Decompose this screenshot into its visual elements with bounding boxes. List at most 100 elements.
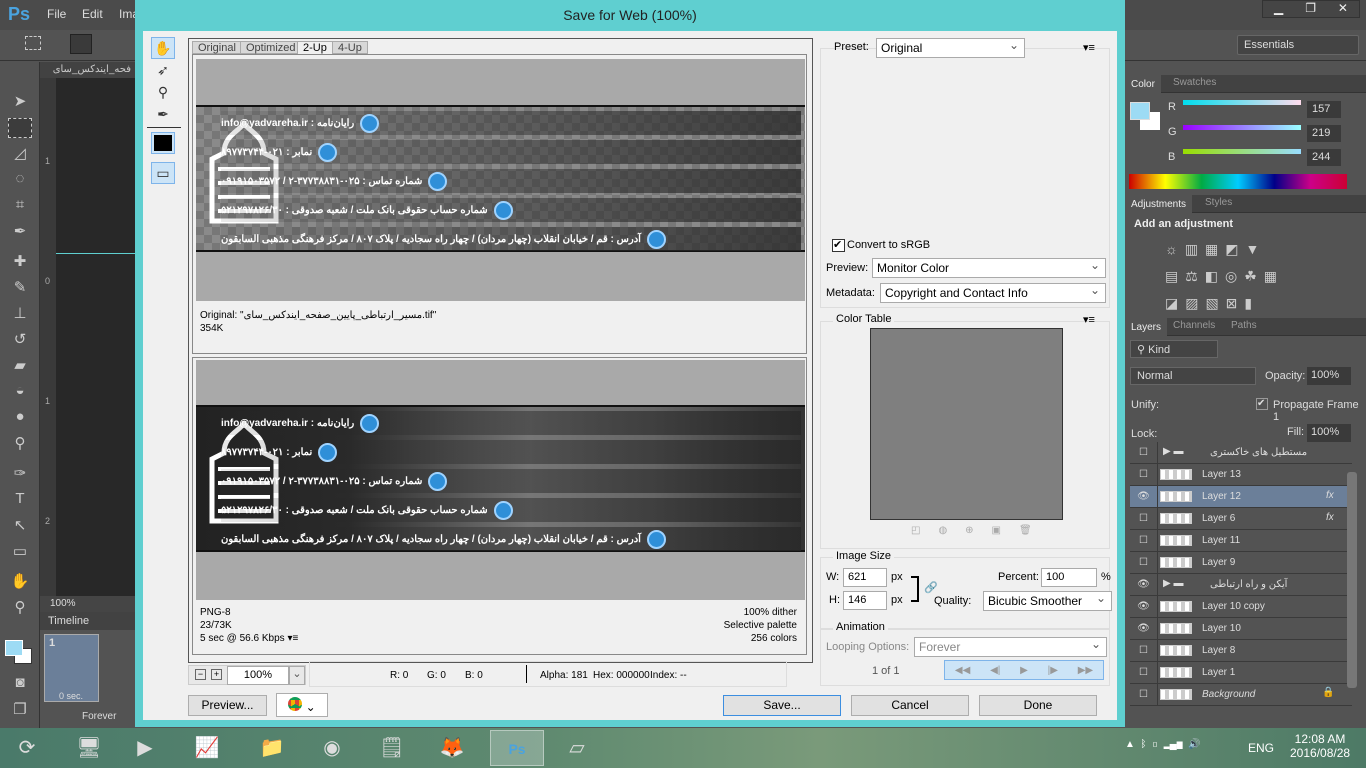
marquee-tool-icon[interactable] — [8, 118, 32, 138]
close-button[interactable]: ✕ — [1338, 1, 1348, 17]
frame-delay[interactable]: 0 sec. — [59, 691, 83, 701]
tab-2up[interactable]: 2-Up — [297, 41, 333, 54]
monitor-icon[interactable]: 📈 — [180, 730, 234, 766]
eyedropper-color-swatch[interactable] — [151, 132, 175, 154]
tab-styles[interactable]: Styles — [1199, 197, 1238, 208]
tab-original[interactable]: Original — [192, 41, 242, 54]
minimize-button[interactable]: ▁ — [1274, 1, 1283, 17]
opacity-input[interactable]: 100% — [1307, 367, 1351, 385]
tab-adjustments[interactable]: Adjustments — [1125, 195, 1193, 214]
file-explorer-icon[interactable]: 📁 — [245, 730, 299, 766]
tab-optimized[interactable]: Optimized — [240, 41, 302, 54]
workspace-select[interactable]: Essentials — [1237, 35, 1359, 55]
chrome-icon[interactable]: ◉ — [305, 730, 359, 766]
visibility-toggle[interactable]: ☐ — [1130, 464, 1158, 486]
r-input[interactable]: 157 — [1307, 101, 1341, 118]
screen-mode-icon[interactable]: ❐ — [8, 700, 32, 720]
tab-4up[interactable]: 4-Up — [332, 41, 368, 54]
download-menu-icon[interactable]: ▾≡ — [287, 633, 298, 644]
layer-row[interactable]: 👁 Layer 12 fx — [1130, 486, 1352, 508]
height-input[interactable]: 146 — [843, 591, 887, 610]
pen-tool-icon[interactable]: ✑ — [8, 464, 32, 484]
hand-tool-icon[interactable]: ✋ — [151, 37, 175, 59]
zoom-dropdown[interactable]: ⌄ — [289, 666, 305, 685]
quick-select-icon[interactable]: ◌ — [8, 170, 32, 190]
foreground-color-swatch[interactable] — [5, 640, 23, 656]
visibility-toggle[interactable]: ☐ — [1130, 552, 1158, 574]
preview-select[interactable]: Monitor Color — [872, 258, 1106, 278]
slice-select-icon[interactable]: ➶ — [151, 59, 175, 81]
g-slider[interactable] — [1183, 125, 1301, 130]
history-brush-icon[interactable]: ↺ — [8, 330, 32, 350]
eye-icon[interactable]: 👁 — [1130, 596, 1158, 618]
foreground-color-swatch[interactable] — [1130, 102, 1150, 120]
next-frame-button[interactable]: |▶ — [1048, 665, 1058, 676]
constrain-link-icon[interactable]: 🔗 — [924, 581, 938, 594]
language-indicator[interactable]: ENG — [1248, 741, 1274, 755]
zoom-input[interactable]: 100% — [227, 666, 289, 685]
brush-tool-icon[interactable]: ✎ — [8, 278, 32, 298]
looping-select[interactable]: Forever — [914, 637, 1107, 657]
optimized-pane[interactable]: رایان‌نامه : info@yadvareha.ir نمابر : ۰۲… — [192, 357, 807, 655]
tab-color[interactable]: Color — [1125, 75, 1161, 94]
hand-tool-icon[interactable]: ✋ — [8, 572, 32, 592]
tab-layers[interactable]: Layers — [1125, 318, 1168, 337]
stamp-tool-icon[interactable]: ⊥ — [8, 304, 32, 324]
tab-swatches[interactable]: Swatches — [1167, 77, 1222, 88]
visibility-toggle[interactable]: ☐ — [1130, 684, 1158, 706]
zoom-tool-icon[interactable]: ⚲ — [151, 81, 175, 103]
tab-channels[interactable]: Channels — [1167, 320, 1221, 331]
visibility-toggle[interactable]: ☐ — [1130, 662, 1158, 684]
b-slider[interactable] — [1183, 149, 1301, 154]
done-button[interactable]: Done — [979, 695, 1097, 716]
eyedropper-icon[interactable]: ✒ — [151, 103, 175, 125]
last-frame-button[interactable]: ▶▶ — [1078, 665, 1093, 676]
quick-mask-icon[interactable]: ◙ — [8, 674, 32, 694]
folder-icon[interactable]: ▶ ▬ — [1163, 578, 1183, 589]
zoom-in-button[interactable]: + — [211, 669, 222, 680]
metadata-select[interactable]: Copyright and Contact Info — [880, 283, 1106, 303]
layer-row[interactable]: ☐ Layer 1 — [1130, 662, 1352, 684]
marquee-icon[interactable] — [25, 36, 41, 50]
fill-input[interactable]: 100% — [1307, 424, 1351, 442]
color-table-menu-icon[interactable]: ▾≡ — [1083, 313, 1095, 326]
blur-tool-icon[interactable]: ● — [8, 408, 32, 428]
dodge-tool-icon[interactable]: ⚲ — [8, 434, 32, 454]
tab-paths[interactable]: Paths — [1225, 320, 1263, 331]
filter-kind-select[interactable]: ⚲ Kind — [1130, 340, 1218, 358]
color-spectrum[interactable] — [1129, 174, 1347, 189]
layer-row[interactable]: 👁 Layer 10 — [1130, 618, 1352, 640]
rectangle-tool-icon[interactable]: ▭ — [8, 542, 32, 562]
save-button[interactable]: Save... — [723, 695, 841, 716]
visibility-toggle[interactable]: ☐ — [1130, 640, 1158, 662]
prev-frame-button[interactable]: ◀| — [990, 665, 1000, 676]
first-frame-button[interactable]: ◀◀ — [955, 665, 970, 676]
color-table[interactable] — [870, 328, 1063, 520]
zoom-level[interactable]: 100% — [40, 596, 135, 612]
new-selection-icon[interactable] — [70, 34, 92, 54]
width-input[interactable]: 621 — [843, 568, 887, 587]
layers-scrollbar[interactable] — [1347, 472, 1357, 688]
layer-row[interactable]: 👁 ▶ ▬ آیکن و راه ارتباطی — [1130, 574, 1352, 596]
layer-row[interactable]: ☐ Layer 11 — [1130, 530, 1352, 552]
animation-frame[interactable]: 1 0 sec. — [44, 634, 99, 702]
layer-row[interactable]: ☐ Layer 13 — [1130, 464, 1352, 486]
loop-select[interactable]: Forever — [82, 711, 116, 722]
computer-icon[interactable]: 🖥 — [62, 730, 116, 766]
layer-row[interactable]: ☐ ▶ ▬ مستطیل های خاکستری — [1130, 442, 1352, 464]
paint-bucket-icon[interactable]: ◒ — [8, 382, 32, 402]
original-pane[interactable]: رایان‌نامه : info@yadvareha.ir نمابر : ۰۲… — [192, 54, 807, 354]
menu-edit[interactable]: Edit — [82, 7, 103, 21]
network-app-icon[interactable]: ⟳ — [0, 730, 54, 766]
settings-menu-icon[interactable]: ▾≡ — [1083, 41, 1095, 54]
layer-row[interactable]: 👁 Layer 10 copy — [1130, 596, 1352, 618]
toggle-slices-icon[interactable]: ▭ — [151, 162, 175, 184]
g-input[interactable]: 219 — [1307, 125, 1341, 142]
media-player-icon[interactable]: ▶ — [118, 730, 172, 766]
color-table-buttons[interactable]: ◰◍⊕▣🗑 — [911, 525, 1061, 536]
eye-icon[interactable]: 👁 — [1130, 574, 1158, 596]
path-select-icon[interactable]: ↖ — [8, 516, 32, 536]
b-input[interactable]: 244 — [1307, 149, 1341, 166]
app-icon[interactable]: ▱ — [550, 730, 604, 766]
browser-select[interactable]: ⌄ — [276, 693, 328, 717]
